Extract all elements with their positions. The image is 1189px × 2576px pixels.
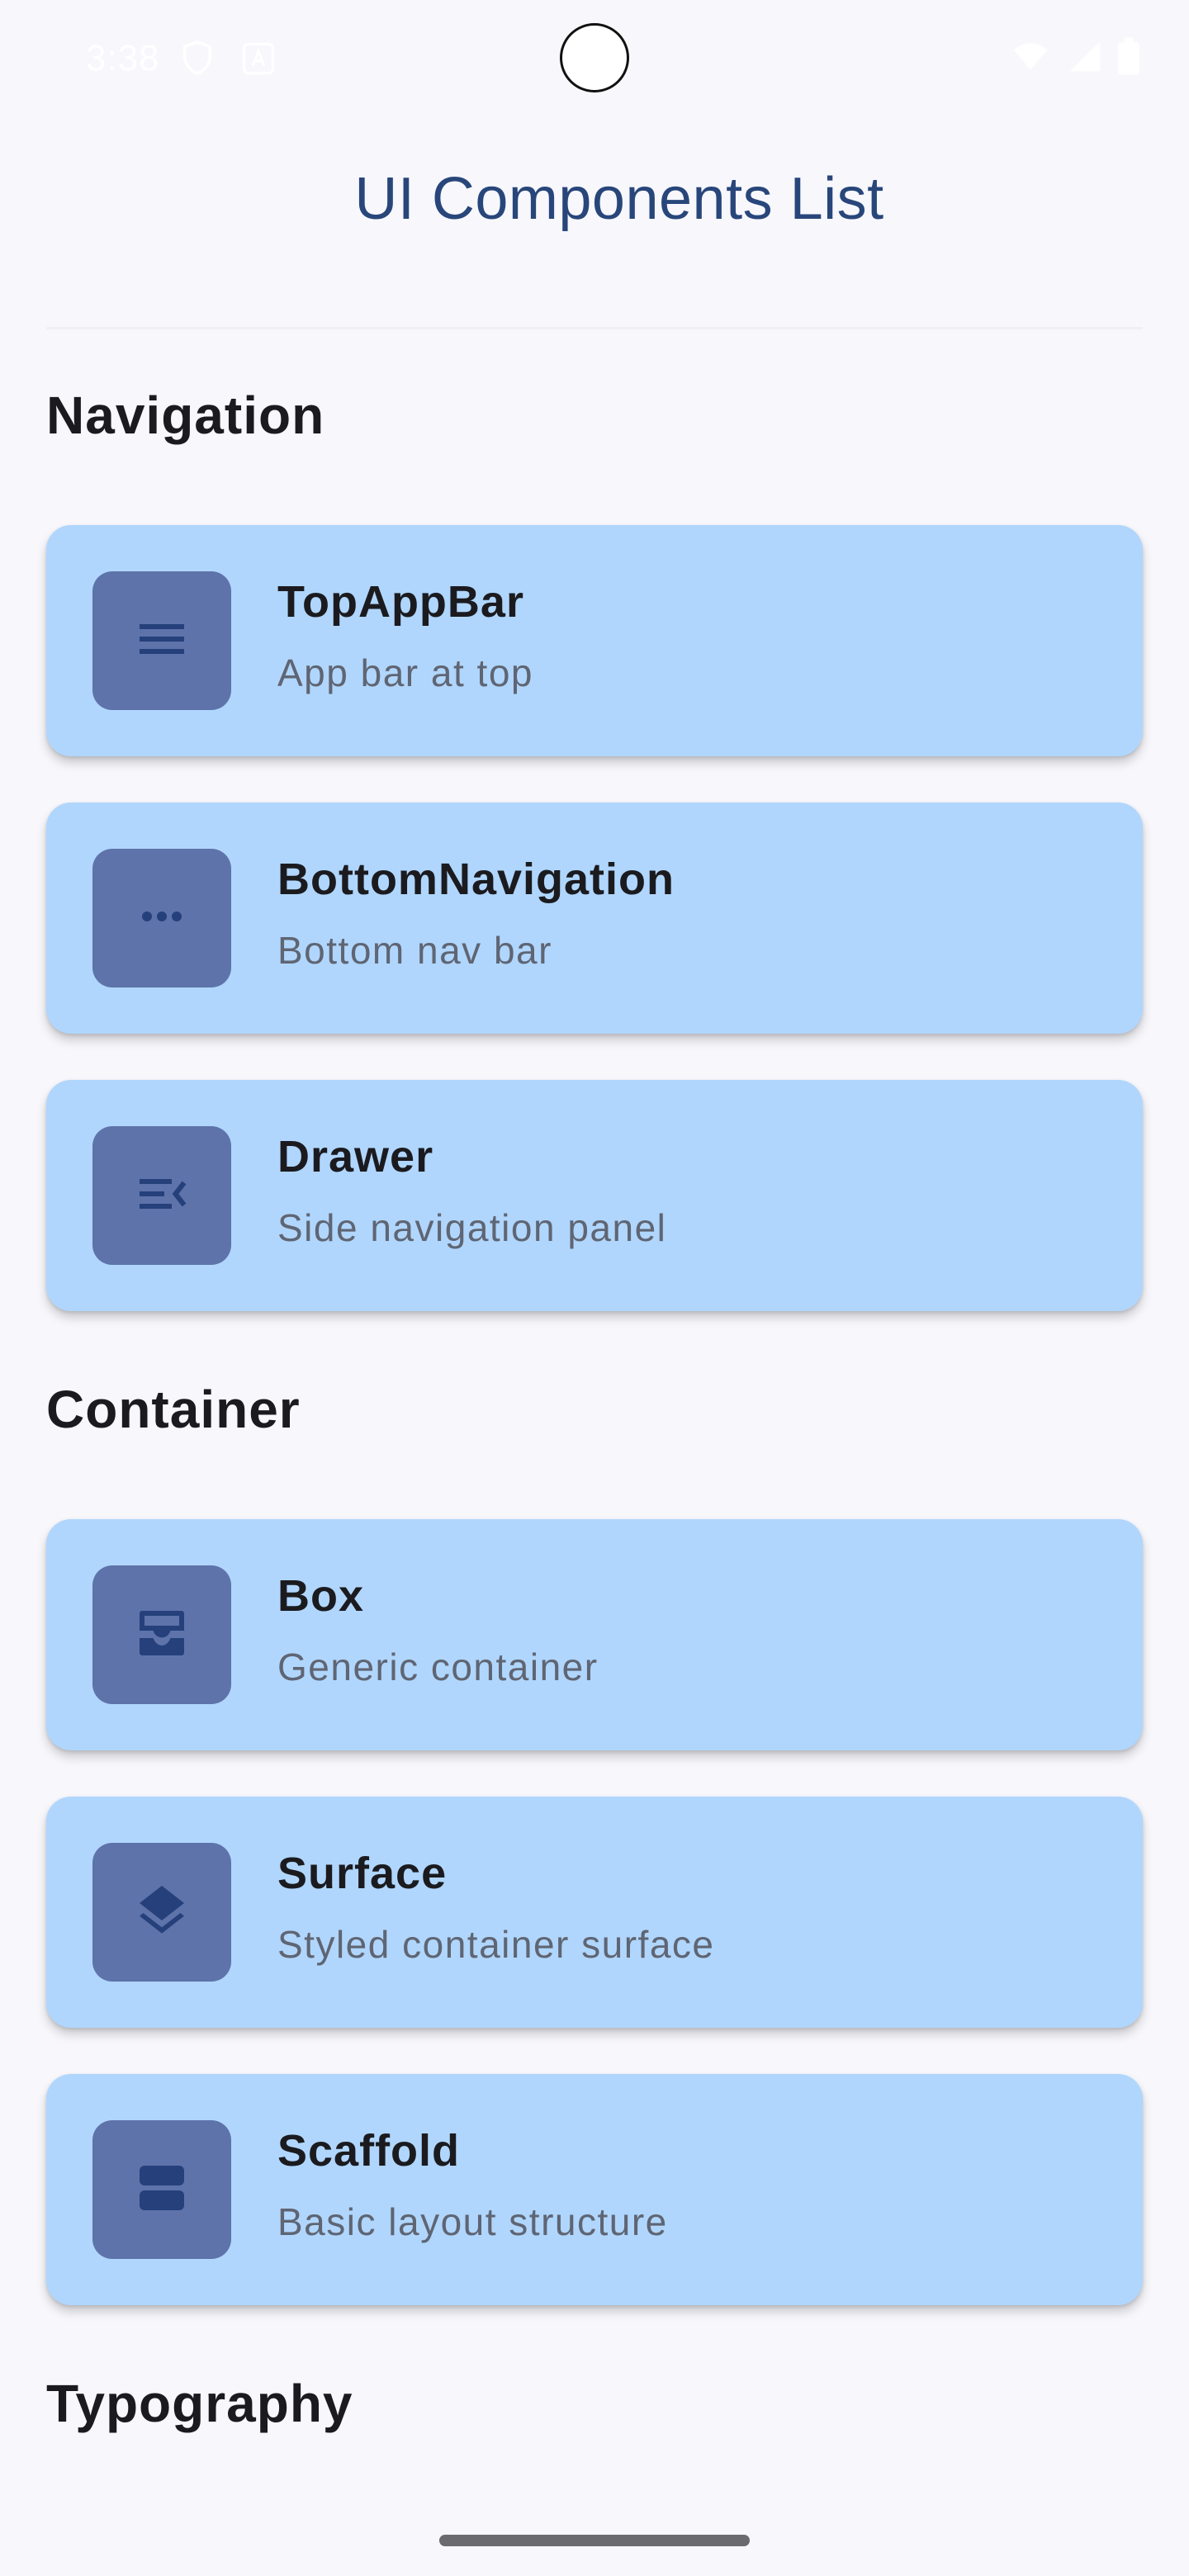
menu-icon [132, 609, 192, 673]
component-card-box[interactable]: Box Generic container [46, 1519, 1143, 1750]
card-title: Box [277, 1571, 365, 1621]
card-title: TopAppBar [277, 577, 524, 627]
status-time: 3:38 [86, 38, 160, 78]
card-title: BottomNavigation [277, 855, 675, 904]
card-subtitle: Styled container surface [277, 1923, 715, 1966]
card-title: Scaffold [277, 2126, 461, 2176]
card-title: Drawer [277, 1132, 434, 1181]
icon-tile [92, 2120, 231, 2259]
status-bar: 3:38 [0, 0, 1189, 116]
divider [46, 327, 1143, 329]
icon-tile [92, 1565, 231, 1704]
card-subtitle: Generic container [277, 1646, 599, 1688]
component-card-scaffold[interactable]: Scaffold Basic layout structure [46, 2074, 1143, 2305]
wifi-icon [1009, 38, 1052, 78]
icon-tile [92, 849, 231, 987]
component-card-bottomnavigation[interactable]: BottomNavigation Bottom nav bar [46, 803, 1143, 1034]
signal-icon [1067, 38, 1103, 78]
icon-tile [92, 1843, 231, 1982]
page-title: UI Components List [354, 166, 884, 232]
component-card-drawer[interactable]: Drawer Side navigation panel [46, 1080, 1143, 1311]
icon-tile [92, 571, 231, 710]
section-header-typography: Typography [46, 2374, 353, 2433]
more-horiz-icon [132, 887, 192, 950]
status-icons [1009, 36, 1139, 79]
menu-open-icon [132, 1164, 192, 1228]
component-card-topappbar[interactable]: TopAppBar App bar at top [46, 525, 1143, 756]
component-card-surface[interactable]: Surface Styled container surface [46, 1797, 1143, 2028]
gesture-nav-handle[interactable] [439, 2535, 750, 2546]
layers-icon [132, 1881, 192, 1944]
section-header-container: Container [46, 1380, 301, 1439]
card-subtitle: Side navigation panel [277, 1206, 667, 1249]
camera-cutout [560, 23, 629, 92]
card-subtitle: Bottom nav bar [277, 929, 552, 972]
a-icon [241, 41, 276, 76]
view-agenda-icon [132, 2158, 192, 2222]
shield-icon [178, 38, 216, 78]
card-title: Surface [277, 1849, 448, 1898]
battery-icon [1118, 37, 1139, 79]
card-subtitle: Basic layout structure [277, 2200, 668, 2243]
card-subtitle: App bar at top [277, 651, 533, 694]
icon-tile [92, 1126, 231, 1265]
inbox-icon [132, 1603, 192, 1667]
section-header-navigation: Navigation [46, 386, 325, 445]
